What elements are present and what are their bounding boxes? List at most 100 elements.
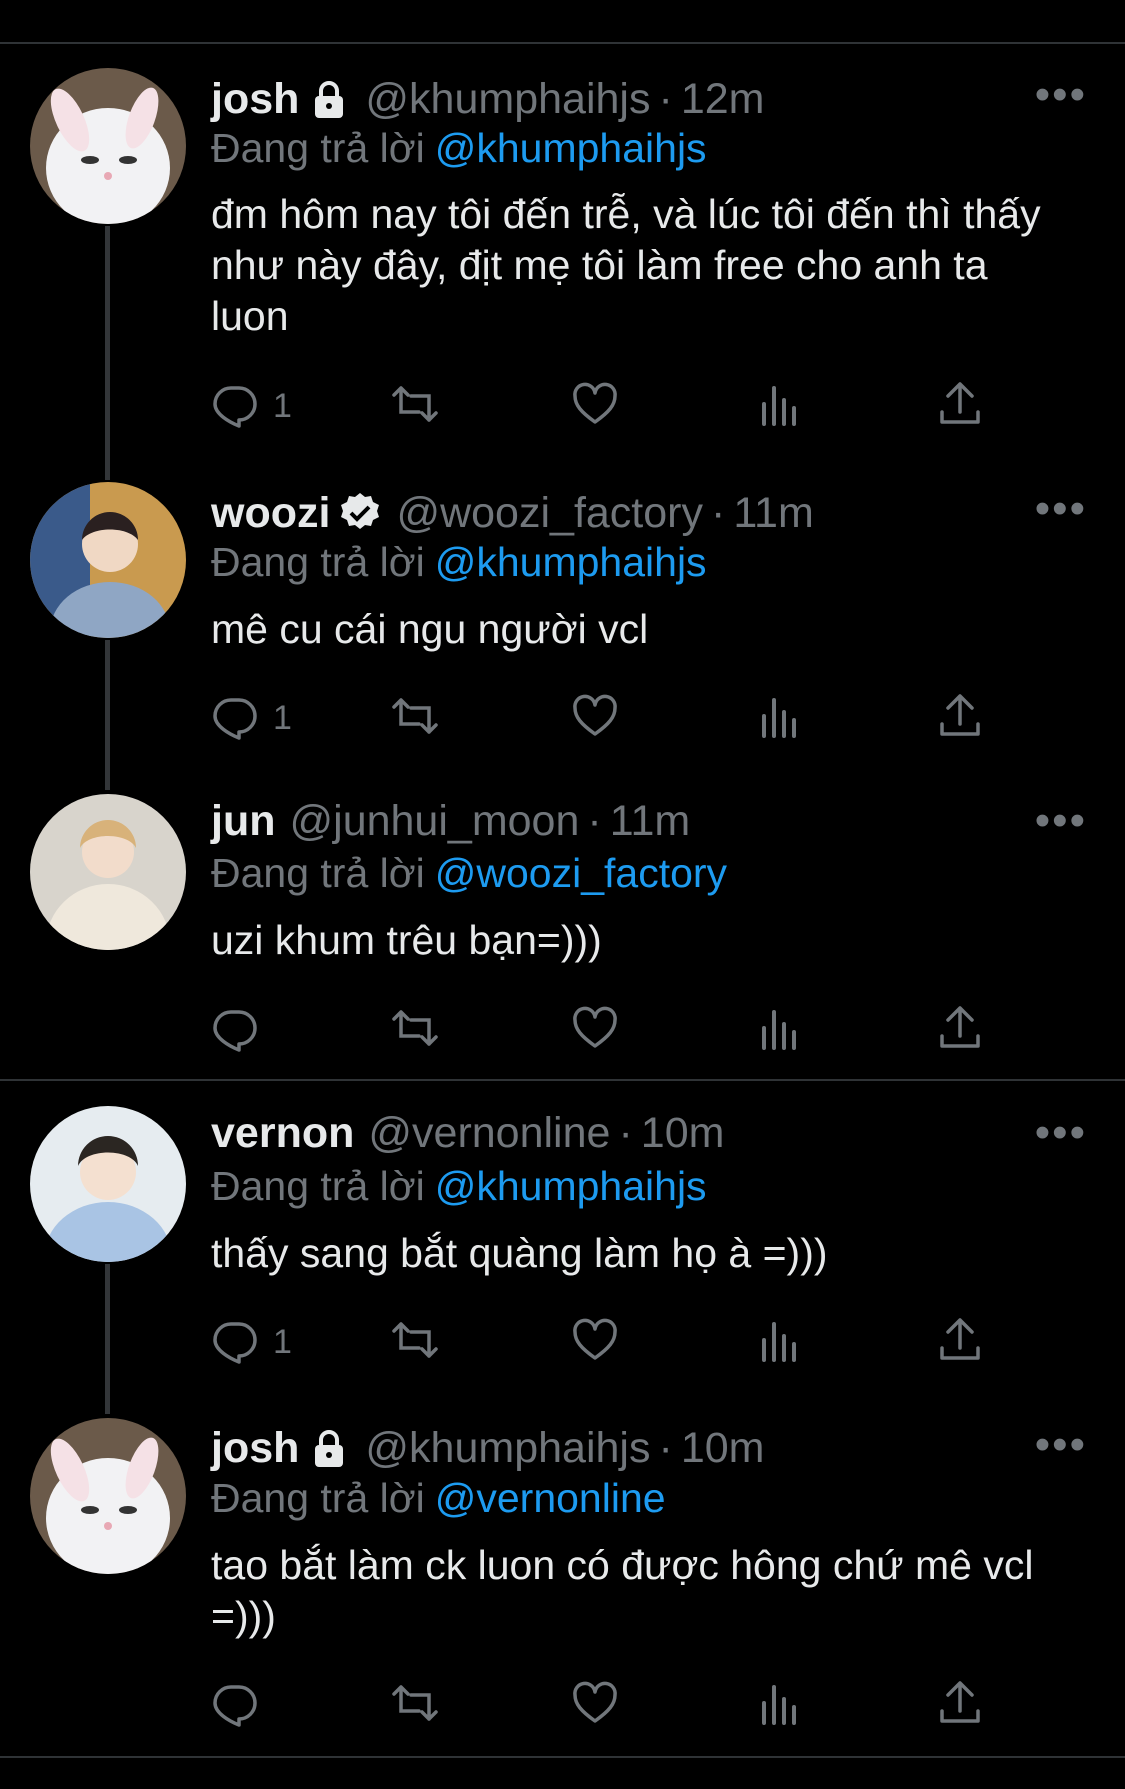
- separator-dot: ·: [618, 1109, 633, 1157]
- lock-icon: [307, 1426, 351, 1470]
- replying-to-mention[interactable]: @khumphaihjs: [435, 125, 707, 171]
- top-divider: [0, 42, 1125, 44]
- reply-icon: [211, 692, 259, 745]
- replying-to-mention[interactable]: @woozi_factory: [435, 850, 727, 896]
- retweet-button[interactable]: [391, 693, 439, 743]
- share-button[interactable]: [936, 1005, 984, 1055]
- handle[interactable]: @vernonline: [368, 1108, 610, 1158]
- separator-dot: ·: [710, 489, 726, 537]
- like-button[interactable]: [571, 1317, 619, 1367]
- thread-connector: [105, 1264, 110, 1414]
- views-button[interactable]: [756, 1317, 804, 1367]
- replying-to-label: Đang trả lời: [211, 1163, 425, 1209]
- separator-dot: ·: [587, 797, 602, 845]
- handle[interactable]: @khumphaihjs: [365, 1423, 650, 1473]
- reply-button[interactable]: [211, 1005, 273, 1055]
- tweet-header: jun @junhui_moon · 11m: [211, 796, 690, 846]
- avatar-josh[interactable]: [30, 1418, 186, 1574]
- share-button[interactable]: [936, 693, 984, 743]
- views-button[interactable]: [756, 693, 804, 743]
- views-icon: [756, 1316, 804, 1369]
- more-options-button[interactable]: •••: [1035, 487, 1087, 531]
- reply-button[interactable]: 1: [211, 693, 292, 743]
- timestamp[interactable]: 10m: [681, 1423, 765, 1473]
- handle[interactable]: @woozi_factory: [396, 488, 703, 538]
- share-button[interactable]: [936, 1680, 984, 1730]
- avatar-vernon[interactable]: [30, 1106, 186, 1262]
- tweet-actions: [211, 1680, 1011, 1730]
- tweet-header: josh @khumphaihjs · 10m: [211, 1423, 764, 1473]
- tweet-text: đm hôm nay tôi đến trễ, và lúc tôi đến t…: [211, 191, 1041, 339]
- reply-icon: [211, 1316, 259, 1369]
- retweet-button[interactable]: [391, 1680, 439, 1730]
- like-button[interactable]: [571, 381, 619, 431]
- like-icon: [571, 1316, 619, 1369]
- replying-to-mention[interactable]: @khumphaihjs: [435, 539, 707, 585]
- display-name[interactable]: jun: [211, 796, 275, 846]
- more-options-button[interactable]: •••: [1035, 1423, 1087, 1467]
- display-name[interactable]: josh: [211, 1423, 299, 1473]
- share-icon: [936, 1004, 984, 1057]
- like-icon: [571, 1004, 619, 1057]
- reply-icon: [211, 1004, 259, 1057]
- avatar-jun[interactable]: [30, 794, 186, 950]
- avatar-josh[interactable]: [30, 68, 186, 224]
- replying-to: Đang trả lời @vernonline: [211, 1474, 666, 1522]
- reply-button[interactable]: [211, 1680, 273, 1730]
- tweet-text: uzi khum trêu bạn=))): [211, 917, 602, 963]
- retweet-icon: [391, 380, 439, 433]
- like-button[interactable]: [571, 1005, 619, 1055]
- reply-count: 1: [273, 1322, 292, 1361]
- display-name[interactable]: vernon: [211, 1108, 354, 1158]
- retweet-button[interactable]: [391, 381, 439, 431]
- timestamp[interactable]: 10m: [641, 1108, 725, 1158]
- tweet-actions: 1: [211, 693, 1011, 743]
- timestamp[interactable]: 11m: [610, 796, 690, 846]
- replying-to: Đang trả lời @khumphaihjs: [211, 1162, 707, 1210]
- retweet-button[interactable]: [391, 1005, 439, 1055]
- views-button[interactable]: [756, 1005, 804, 1055]
- views-icon: [756, 1679, 804, 1732]
- replying-to-mention[interactable]: @vernonline: [435, 1475, 666, 1521]
- timestamp[interactable]: 11m: [733, 488, 813, 538]
- share-button[interactable]: [936, 1317, 984, 1367]
- views-button[interactable]: [756, 381, 804, 431]
- avatar-woozi[interactable]: [30, 482, 186, 638]
- tweet-text: thấy sang bắt quàng làm họ à =))): [211, 1230, 828, 1276]
- handle[interactable]: @khumphaihjs: [365, 74, 650, 124]
- views-button[interactable]: [756, 1680, 804, 1730]
- tweet-actions: 1: [211, 1317, 1011, 1367]
- display-name[interactable]: josh: [211, 74, 299, 124]
- like-icon: [571, 1679, 619, 1732]
- share-icon: [936, 692, 984, 745]
- retweet-icon: [391, 692, 439, 745]
- tweet-actions: 1: [211, 381, 1011, 431]
- tweet-header: woozi @woozi_factory · 11m: [211, 488, 814, 538]
- views-icon: [756, 1004, 804, 1057]
- replying-to-label: Đang trả lời: [211, 850, 425, 896]
- timestamp[interactable]: 12m: [681, 74, 765, 124]
- share-button[interactable]: [936, 381, 984, 431]
- replying-to: Đang trả lời @woozi_factory: [211, 849, 727, 897]
- like-button[interactable]: [571, 693, 619, 743]
- more-options-button[interactable]: •••: [1035, 799, 1087, 843]
- replying-to-mention[interactable]: @khumphaihjs: [435, 1163, 707, 1209]
- display-name[interactable]: woozi: [211, 488, 330, 538]
- reply-icon: [211, 380, 259, 433]
- replying-to-label: Đang trả lời: [211, 1475, 425, 1521]
- retweet-icon: [391, 1004, 439, 1057]
- thread-connector: [105, 226, 110, 480]
- share-icon: [936, 380, 984, 433]
- replying-to: Đang trả lời @khumphaihjs: [211, 124, 707, 172]
- handle[interactable]: @junhui_moon: [289, 796, 579, 846]
- reply-button[interactable]: 1: [211, 381, 292, 431]
- like-icon: [571, 692, 619, 745]
- more-options-button[interactable]: •••: [1035, 1111, 1087, 1155]
- views-icon: [756, 380, 804, 433]
- reply-button[interactable]: 1: [211, 1317, 292, 1367]
- like-button[interactable]: [571, 1680, 619, 1730]
- thread-connector: [105, 640, 110, 790]
- retweet-button[interactable]: [391, 1317, 439, 1367]
- separator-dot: ·: [658, 75, 673, 123]
- more-options-button[interactable]: •••: [1035, 73, 1087, 117]
